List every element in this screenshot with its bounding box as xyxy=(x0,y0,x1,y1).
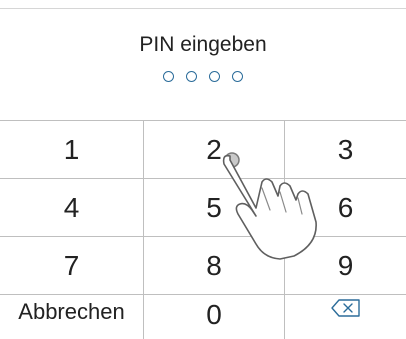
pin-dot-2 xyxy=(186,71,197,82)
key-7[interactable]: 7 xyxy=(0,237,144,295)
key-8[interactable]: 8 xyxy=(144,237,285,295)
cancel-button[interactable]: Abbrechen xyxy=(0,295,144,339)
key-5[interactable]: 5 xyxy=(144,179,285,237)
backspace-icon xyxy=(330,299,360,317)
key-1[interactable]: 1 xyxy=(0,121,144,179)
key-0[interactable]: 0 xyxy=(144,295,285,339)
page-title: PIN eingeben xyxy=(139,33,267,56)
key-4[interactable]: 4 xyxy=(0,179,144,237)
key-6[interactable]: 6 xyxy=(285,179,406,237)
key-3[interactable]: 3 xyxy=(285,121,406,179)
top-divider xyxy=(0,8,406,9)
pin-indicator xyxy=(0,71,406,82)
pin-dot-3 xyxy=(209,71,220,82)
pin-dot-4 xyxy=(232,71,243,82)
key-2[interactable]: 2 xyxy=(144,121,285,179)
key-9[interactable]: 9 xyxy=(285,237,406,295)
numeric-keypad: 1 2 3 4 5 6 7 8 9 Abbrechen 0 xyxy=(0,120,406,339)
pin-dot-1 xyxy=(163,71,174,82)
backspace-button[interactable] xyxy=(285,295,406,339)
